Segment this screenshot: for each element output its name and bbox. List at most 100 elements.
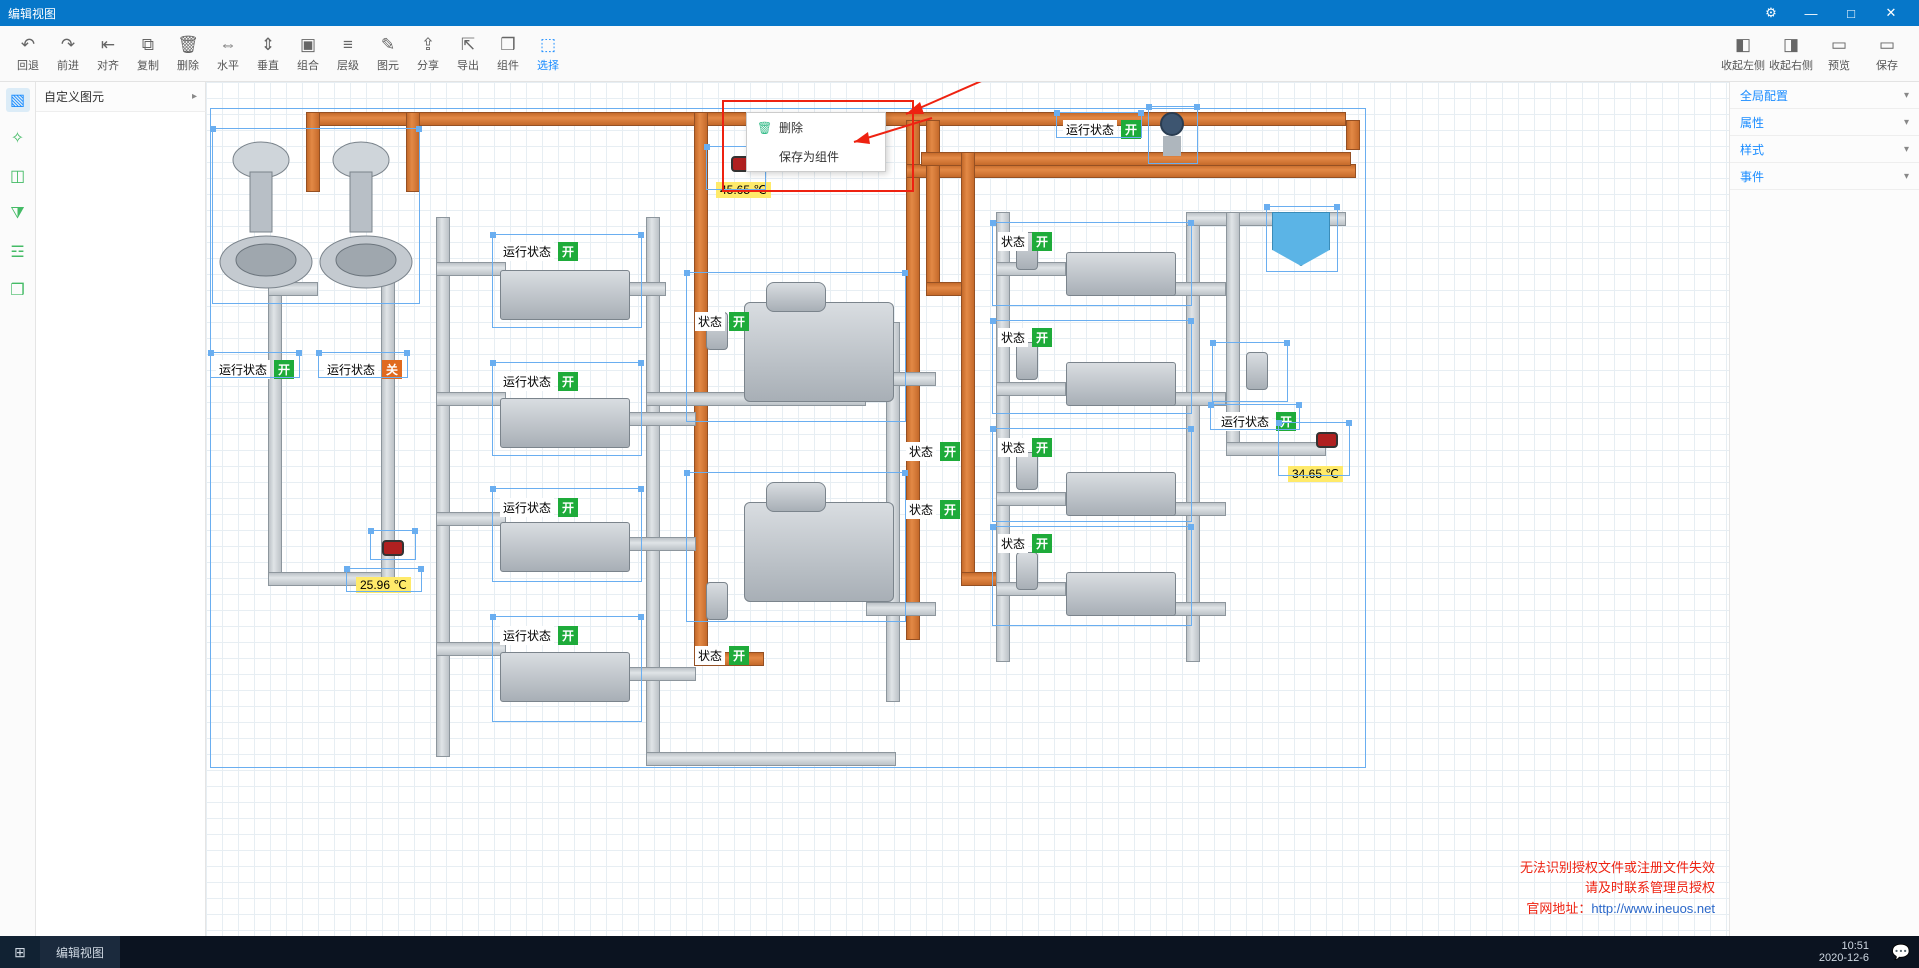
save-button[interactable]: ▭保存 <box>1863 28 1911 80</box>
save-icon: ▭ <box>1879 35 1895 55</box>
redo-button[interactable]: ↷前进 <box>48 28 88 80</box>
delete-button[interactable]: 🗑删除 <box>168 28 208 80</box>
undo-button[interactable]: ↶回退 <box>8 28 48 80</box>
select-button[interactable]: ⬚选择 <box>528 28 568 80</box>
plugin-icon[interactable]: ⧩ <box>6 202 30 226</box>
layer-button[interactable]: ≡层级 <box>328 28 368 80</box>
element-button[interactable]: ✎图元 <box>368 28 408 80</box>
align-icon: ⇤ <box>101 35 115 55</box>
status-label: 运行状态开 <box>216 360 294 379</box>
chart-icon[interactable]: ◫ <box>6 164 30 188</box>
collapse-right-button[interactable]: ◨收起右侧 <box>1767 28 1815 80</box>
export-icon: ⇱ <box>461 35 475 55</box>
vertical-button[interactable]: ⇕垂直 <box>248 28 288 80</box>
chevron-right-icon: ▸ <box>192 91 197 102</box>
valve[interactable] <box>706 582 728 620</box>
right-row-style[interactable]: 样式▾ <box>1730 136 1919 163</box>
status-label: 运行状态开 <box>500 626 578 645</box>
status-label: 运行状态关 <box>324 360 402 379</box>
asset-panel-header[interactable]: 自定义图元 ▸ <box>36 82 206 112</box>
equipment[interactable] <box>1066 252 1176 296</box>
taskbar-app[interactable]: 编辑视图 <box>40 936 120 968</box>
close-button[interactable]: ✕ <box>1871 5 1911 21</box>
license-url[interactable]: http://www.ineuos.net <box>1591 901 1715 916</box>
cube-icon[interactable]: ❒ <box>6 278 30 302</box>
canvas[interactable]: 运行状态开 运行状态关 运行状态开 运行状态开 运行状态开 运行状态开 状态开 … <box>206 82 1729 936</box>
shapes-icon[interactable]: ▧ <box>6 88 30 112</box>
trash-icon: 🗑 <box>757 121 771 135</box>
taskbar: ⊞ 编辑视图 10:51 2020-12-6 💬 <box>0 936 1919 968</box>
settings-icon[interactable]: ⚙ <box>1751 5 1791 21</box>
status-label: 运行状态开 <box>1218 412 1296 431</box>
equipment[interactable] <box>500 270 630 320</box>
right-row-global[interactable]: 全局配置▾ <box>1730 82 1919 109</box>
valve[interactable] <box>1016 552 1038 590</box>
asset-panel-title: 自定义图元 <box>44 88 104 105</box>
magic-icon[interactable]: ✧ <box>6 126 30 150</box>
start-button[interactable]: ⊞ <box>0 936 40 968</box>
chevron-down-icon: ▾ <box>1904 90 1909 101</box>
status-label: 状态开 <box>998 534 1052 553</box>
status-label: 状态开 <box>695 646 749 665</box>
valve[interactable] <box>1246 352 1268 390</box>
collapse-right-icon: ◨ <box>1783 35 1799 55</box>
share-button[interactable]: ⇪分享 <box>408 28 448 80</box>
align-button[interactable]: ⇤对齐 <box>88 28 128 80</box>
context-delete[interactable]: 🗑删除 <box>747 113 885 142</box>
layer-icon: ≡ <box>343 35 353 55</box>
sensor[interactable] <box>382 540 404 556</box>
list-icon[interactable]: ☲ <box>6 240 30 264</box>
right-row-event[interactable]: 事件▾ <box>1730 163 1919 190</box>
chevron-down-icon: ▾ <box>1904 171 1909 182</box>
equipment[interactable] <box>500 652 630 702</box>
copy-button[interactable]: ⧉复制 <box>128 28 168 80</box>
export-button[interactable]: ⇱导出 <box>448 28 488 80</box>
valve[interactable] <box>1016 342 1038 380</box>
chiller[interactable] <box>744 502 894 602</box>
equipment[interactable] <box>1066 362 1176 406</box>
right-row-attr[interactable]: 属性▾ <box>1730 109 1919 136</box>
status-label: 运行状态开 <box>1063 120 1141 139</box>
flowmeter[interactable] <box>1156 112 1188 158</box>
chiller[interactable] <box>744 302 894 402</box>
group-icon: ▣ <box>300 35 316 55</box>
status-label: 运行状态开 <box>500 498 578 517</box>
chiller-motor[interactable] <box>766 282 826 312</box>
status-label: 运行状态开 <box>500 372 578 391</box>
chevron-down-icon: ▾ <box>1904 144 1909 155</box>
equipment[interactable] <box>500 522 630 572</box>
titlebar: 编辑视图 ⚙ — □ ✕ <box>0 0 1919 26</box>
equipment[interactable] <box>1066 572 1176 616</box>
status-label: 状态开 <box>998 328 1052 347</box>
sensor[interactable] <box>1316 432 1338 448</box>
valve[interactable] <box>1016 452 1038 490</box>
asset-panel: 自定义图元 ▸ <box>36 82 206 936</box>
equipment[interactable] <box>1066 472 1176 516</box>
context-save-as-component[interactable]: 保存为组件 <box>747 142 885 171</box>
temperature-readout: 25.96 ℃ <box>356 577 411 593</box>
horizontal-icon: ⇔ <box>220 35 237 55</box>
collapse-left-icon: ◧ <box>1735 35 1751 55</box>
component-icon: ❒ <box>500 35 515 55</box>
collapse-left-button[interactable]: ◧收起左侧 <box>1719 28 1767 80</box>
group-button[interactable]: ▣组合 <box>288 28 328 80</box>
undo-icon: ↶ <box>21 35 35 55</box>
copy-icon: ⧉ <box>142 35 154 55</box>
notifications-icon[interactable]: 💬 <box>1883 943 1919 961</box>
system-tray[interactable]: 10:51 2020-12-6 <box>1805 940 1883 964</box>
preview-button[interactable]: ▭预览 <box>1815 28 1863 80</box>
maximize-button[interactable]: □ <box>1831 6 1871 21</box>
status-label: 状态开 <box>998 232 1052 251</box>
toolbar: ↶回退 ↷前进 ⇤对齐 ⧉复制 🗑删除 ⇔水平 ⇕垂直 ▣组合 ≡层级 ✎图元 … <box>0 26 1919 82</box>
equipment[interactable] <box>500 398 630 448</box>
pump-right[interactable] <box>316 132 416 292</box>
chiller-motor[interactable] <box>766 482 826 512</box>
pump-left[interactable] <box>216 132 316 292</box>
minimize-button[interactable]: — <box>1791 6 1831 21</box>
component-button[interactable]: ❒组件 <box>488 28 528 80</box>
vertical-icon: ⇕ <box>261 35 275 55</box>
trash-icon: 🗑 <box>177 35 199 55</box>
properties-panel: 全局配置▾ 属性▾ 样式▾ 事件▾ <box>1729 82 1919 936</box>
horizontal-button[interactable]: ⇔水平 <box>208 28 248 80</box>
window-title: 编辑视图 <box>8 5 56 22</box>
